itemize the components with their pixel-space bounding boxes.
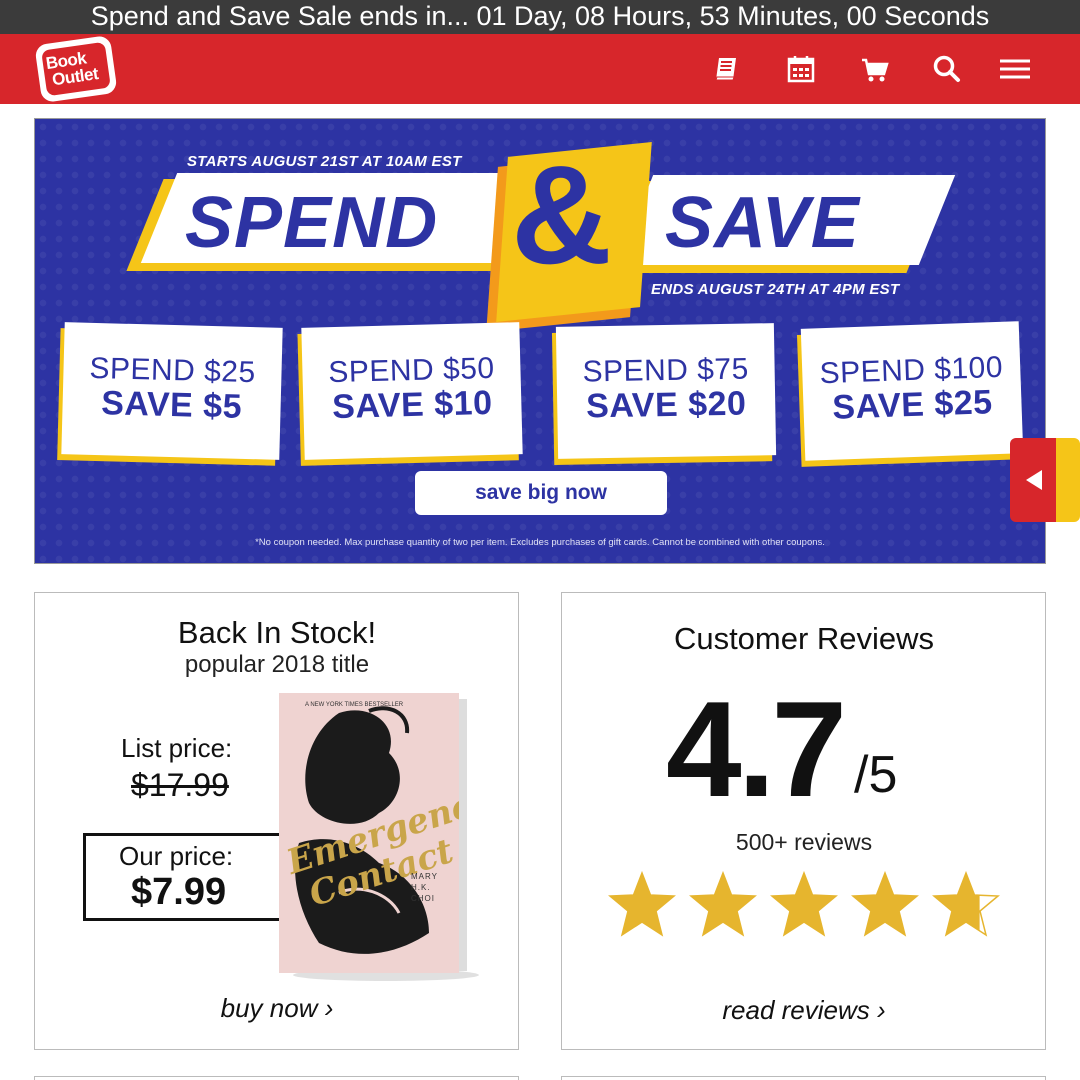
buy-now-link[interactable]: buy now › [35, 993, 519, 1024]
tier-save: SAVE $10 [331, 383, 493, 427]
top-navigation: Book Outlet [0, 34, 1080, 104]
star-icon [851, 870, 919, 939]
rating-score: 4.7 [666, 673, 847, 825]
tier-save: SAVE $25 [831, 383, 994, 427]
our-price-label: Our price: [119, 841, 234, 871]
banner-spend-word: SPEND [185, 183, 439, 263]
next-card-right [561, 1076, 1046, 1080]
banner-save-word: SAVE [665, 183, 860, 263]
banner-end-date: ENDS AUGUST 24TH AT 4PM EST [651, 281, 900, 298]
list-price-label: List price: [121, 733, 233, 763]
menu-icon[interactable] [998, 52, 1032, 86]
review-count: 500+ reviews [735, 829, 873, 855]
star-icon [770, 870, 838, 939]
list-price-value: $17.99 [131, 767, 229, 803]
book-author: MARY H.K. CHOI [411, 872, 438, 903]
sale-countdown-bar: Spend and Save Sale ends in... 01 Day, 0… [0, 0, 1080, 34]
banner-fine-print: *No coupon needed. Max purchase quantity… [255, 537, 825, 548]
calendar-icon[interactable] [784, 52, 818, 86]
cart-icon[interactable] [858, 52, 892, 86]
side-drawer-tab[interactable] [1010, 438, 1080, 522]
star-icon [608, 870, 676, 939]
book-badge: A NEW YORK TIMES BESTSELLER [305, 702, 404, 708]
tier-card-3: SPEND $75 SAVE $20 [551, 323, 777, 465]
tier-save: SAVE $20 [585, 384, 747, 426]
book-outlet-logo[interactable]: Book Outlet [34, 34, 118, 104]
banner-start-date: STARTS AUGUST 21ST AT 10AM EST [187, 153, 462, 170]
tier-spend: SPEND $75 [582, 352, 750, 389]
countdown-text: Spend and Save Sale ends in... 01 Day, 0… [90, 1, 990, 31]
banner-ampersand: & [511, 136, 613, 293]
tier-card-4: SPEND $100 SAVE $25 [796, 321, 1024, 467]
caret-left-icon [1026, 470, 1042, 490]
next-card-left [34, 1076, 519, 1080]
save-big-now-button[interactable]: save big now [415, 471, 667, 515]
card-title: Back In Stock! [177, 615, 377, 650]
book-cover-image[interactable]: A NEW YORK TIMES BESTSELLER Emergency Co… [279, 693, 479, 981]
rating-max: /5 [854, 746, 898, 804]
card-subtitle: popular 2018 title [184, 651, 370, 678]
card-title: Customer Reviews [673, 621, 935, 656]
our-price-value: $7.99 [131, 871, 227, 913]
star-icon [932, 870, 1000, 939]
read-reviews-link[interactable]: read reviews › [562, 995, 1046, 1026]
spend-and-save-banner[interactable]: STARTS AUGUST 21ST AT 10AM EST SPEND SAV… [34, 118, 1046, 564]
customer-reviews-card[interactable]: Customer Reviews 4.7 /5 500+ reviews rea… [561, 592, 1046, 1050]
tier-spend: SPEND $25 [89, 351, 257, 390]
search-icon[interactable] [930, 52, 964, 86]
book-icon[interactable] [710, 52, 744, 86]
tier-card-2: SPEND $50 SAVE $10 [297, 322, 523, 466]
back-in-stock-card[interactable]: Back In Stock! popular 2018 title List p… [34, 592, 519, 1050]
star-icon [689, 870, 757, 939]
star-rating [608, 870, 1008, 941]
tier-save: SAVE $5 [100, 384, 243, 426]
tier-card-1: SPEND $25 SAVE $5 [57, 322, 283, 466]
